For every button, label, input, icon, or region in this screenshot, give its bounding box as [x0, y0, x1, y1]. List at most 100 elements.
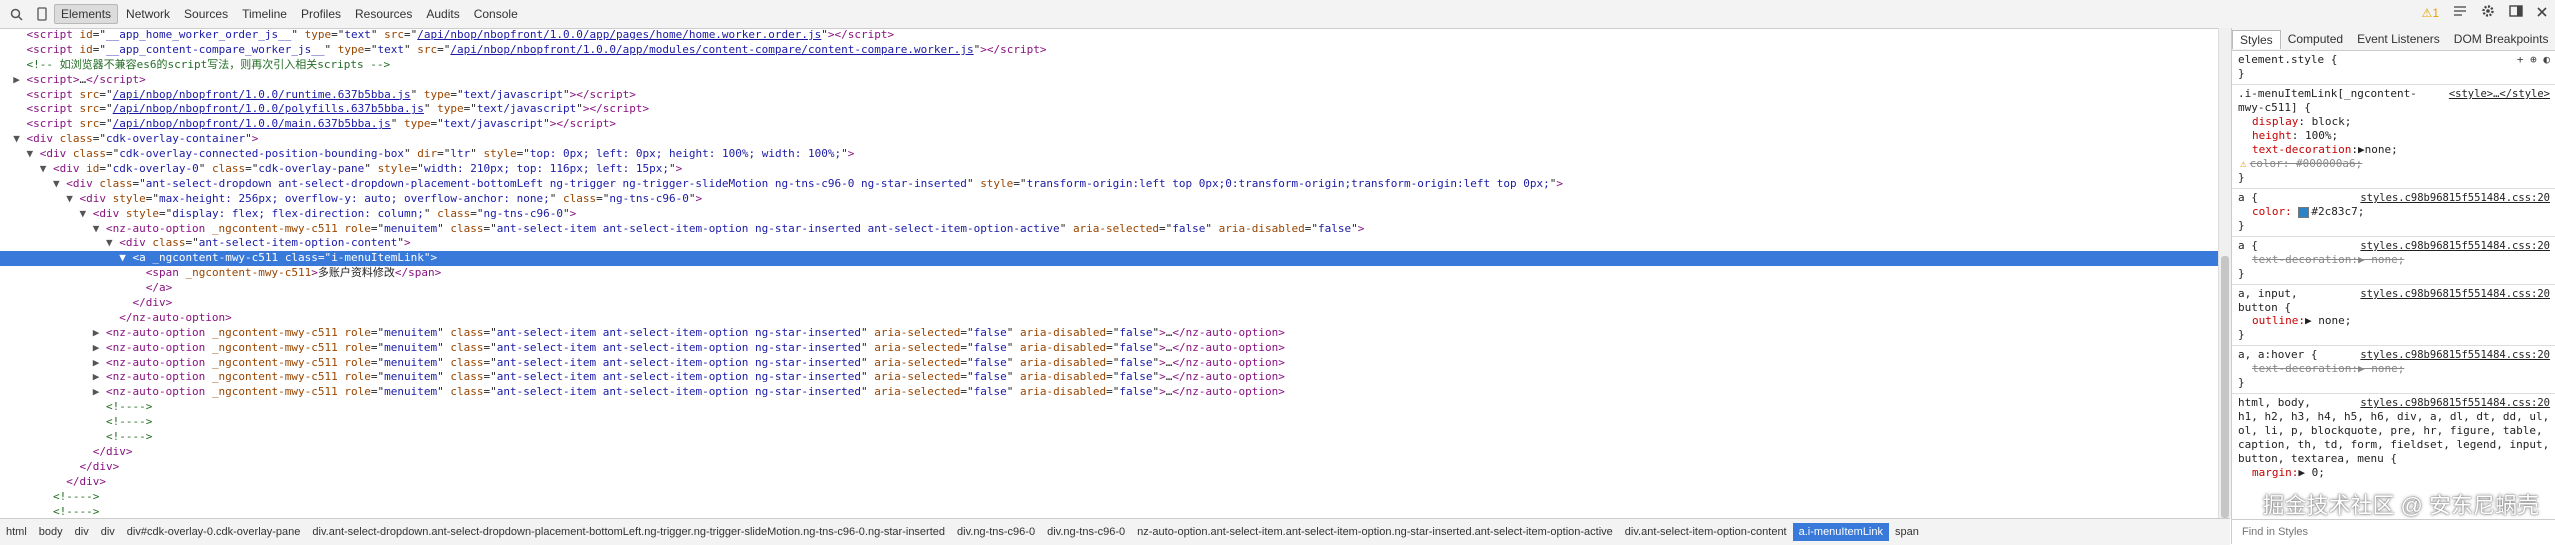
- dom-node[interactable]: <!-- 如浏览器不兼容es6的script写法，则再次引入相关scripts …: [0, 58, 2218, 73]
- dom-node[interactable]: ▼ <div style="display: flex; flex-direct…: [0, 207, 2218, 222]
- dom-node[interactable]: <script src="/api/nbop/nbopfront/1.0.0/p…: [0, 102, 2218, 117]
- style-rule-menu-item-link[interactable]: .i-menuItemLink[_ngcontent-mwy-c511] {<s…: [2232, 85, 2555, 189]
- style-property[interactable]: margin:▶ 0;: [2238, 466, 2550, 480]
- breadcrumb-item[interactable]: body: [33, 523, 69, 541]
- collapse-triangle-icon[interactable]: ▼: [53, 177, 66, 190]
- style-rule-reset[interactable]: html, body, styles.c98b96815f551484.css:2…: [2232, 394, 2555, 484]
- breadcrumb-item[interactable]: a.i-menuItemLink: [1792, 523, 1889, 541]
- rule-source-link[interactable]: styles.c98b96815f551484.css:20: [2360, 287, 2550, 301]
- expand-triangle-icon[interactable]: ▶: [93, 326, 106, 339]
- color-format-icon[interactable]: ◐: [2543, 53, 2550, 66]
- dom-node[interactable]: </div>: [0, 296, 2218, 311]
- dom-node[interactable]: <script id="__app_home_worker_order_js__…: [0, 28, 2218, 43]
- rule-source-link[interactable]: styles.c98b96815f551484.css:20: [2360, 191, 2550, 205]
- tab-computed[interactable]: Computed: [2281, 30, 2350, 48]
- color-swatch[interactable]: [2298, 206, 2310, 218]
- dom-node[interactable]: </nz-auto-option>: [0, 311, 2218, 326]
- dom-node[interactable]: ▼ <div class="cdk-overlay-container">: [0, 132, 2218, 147]
- style-rule-element[interactable]: element.style { + ⊕ ◐ }: [2232, 51, 2555, 85]
- tab-styles[interactable]: Styles: [2232, 29, 2281, 49]
- dom-node[interactable]: </div>: [0, 460, 2218, 475]
- tab-console[interactable]: Console: [468, 5, 524, 23]
- dom-node[interactable]: <span _ngcontent-mwy-c511>多账户资料修改</span>: [0, 266, 2218, 281]
- dock-side-icon[interactable]: [2509, 5, 2523, 20]
- dom-node[interactable]: ▶ <nz-auto-option _ngcontent-mwy-c511 ro…: [0, 326, 2218, 341]
- style-property[interactable]: color: #2c83c7;: [2238, 205, 2550, 219]
- dom-node-selected[interactable]: ▼ <a _ngcontent-mwy-c511 class="i-menuIt…: [0, 251, 2218, 267]
- expand-triangle-icon[interactable]: ▶: [13, 73, 26, 86]
- dom-node[interactable]: ▼ <div id="cdk-overlay-0" class="cdk-ove…: [0, 162, 2218, 177]
- dom-node[interactable]: ▶ <nz-auto-option _ngcontent-mwy-c511 ro…: [0, 370, 2218, 385]
- expand-triangle-icon[interactable]: ▶: [93, 341, 106, 354]
- close-icon[interactable]: [2537, 6, 2547, 20]
- dom-tree[interactable]: <script id="__app_home_worker_order_js__…: [0, 28, 2218, 518]
- breadcrumb-item[interactable]: div.ant-select-dropdown.ant-select-dropd…: [306, 523, 951, 541]
- expand-triangle-icon[interactable]: ▶: [93, 370, 106, 383]
- breadcrumb-item[interactable]: div: [69, 523, 95, 541]
- toggle-state-icon[interactable]: ⊕: [2530, 53, 2537, 66]
- expand-triangle-icon[interactable]: ▶: [93, 385, 106, 398]
- console-drawer-icon[interactable]: [2453, 5, 2467, 20]
- collapse-triangle-icon[interactable]: ▼: [27, 147, 40, 160]
- search-icon[interactable]: [6, 4, 26, 24]
- style-property[interactable]: text-decoration:▶none;: [2238, 143, 2550, 157]
- collapse-triangle-icon[interactable]: ▼: [119, 251, 132, 264]
- rule-source-link[interactable]: styles.c98b96815f551484.css:20: [2360, 348, 2550, 362]
- dom-node[interactable]: ▼ <div class="cdk-overlay-connected-posi…: [0, 147, 2218, 162]
- style-property-invalid[interactable]: ⚠ color: #000000a6;: [2238, 157, 2550, 171]
- dom-node[interactable]: <!---->: [0, 430, 2218, 445]
- breadcrumb-item[interactable]: span: [1889, 523, 1925, 541]
- breadcrumb-item[interactable]: div.ng-tns-c96-0: [951, 523, 1041, 541]
- warning-count[interactable]: ⚠1: [2422, 6, 2439, 20]
- style-rule-a-decoration[interactable]: a {styles.c98b96815f551484.css:20 text-d…: [2232, 237, 2555, 285]
- rule-source-link[interactable]: <style>…</style>: [2449, 87, 2550, 115]
- dom-node[interactable]: </a>: [0, 281, 2218, 296]
- dom-node[interactable]: <script src="/api/nbop/nbopfront/1.0.0/r…: [0, 88, 2218, 103]
- find-in-styles-input[interactable]: [2240, 525, 2364, 539]
- dom-node[interactable]: <!---->: [0, 505, 2218, 519]
- style-rule-a-color[interactable]: a {styles.c98b96815f551484.css:20 color:…: [2232, 189, 2555, 237]
- rule-source-link[interactable]: styles.c98b96815f551484.css:20: [2360, 239, 2550, 253]
- breadcrumb-item[interactable]: div.ng-tns-c96-0: [1041, 523, 1131, 541]
- dom-node[interactable]: <!---->: [0, 490, 2218, 505]
- dom-node[interactable]: ▼ <div class="ant-select-dropdown ant-se…: [0, 177, 2218, 192]
- tab-audits[interactable]: Audits: [420, 5, 465, 23]
- breadcrumb-item[interactable]: div.ant-select-item-option-content: [1619, 523, 1793, 541]
- dom-node[interactable]: ▼ <div class="ant-select-item-option-con…: [0, 236, 2218, 251]
- tab-profiles[interactable]: Profiles: [295, 5, 347, 23]
- collapse-triangle-icon[interactable]: ▼: [66, 192, 79, 205]
- tab-sources[interactable]: Sources: [178, 5, 234, 23]
- breadcrumb-item[interactable]: html: [0, 523, 33, 541]
- style-rule-outline[interactable]: a, input, styles.c98b96815f551484.css:20 …: [2232, 285, 2555, 346]
- style-property[interactable]: display: block;: [2238, 115, 2550, 129]
- dom-node[interactable]: ▼ <div style="max-height: 256px; overflo…: [0, 192, 2218, 207]
- tab-event-listeners[interactable]: Event Listeners: [2350, 30, 2447, 48]
- dom-node[interactable]: ▶ <nz-auto-option _ngcontent-mwy-c511 ro…: [0, 341, 2218, 356]
- dom-node[interactable]: <!---->: [0, 415, 2218, 430]
- breadcrumb-item[interactable]: div: [95, 523, 121, 541]
- tab-resources[interactable]: Resources: [349, 5, 418, 23]
- dom-node[interactable]: ▶ <nz-auto-option _ngcontent-mwy-c511 ro…: [0, 385, 2218, 400]
- dom-node[interactable]: <!---->: [0, 400, 2218, 415]
- dom-node[interactable]: <script src="/api/nbop/nbopfront/1.0.0/m…: [0, 117, 2218, 132]
- collapse-triangle-icon[interactable]: ▼: [93, 222, 106, 235]
- breadcrumb-item[interactable]: nz-auto-option.ant-select-item.ant-selec…: [1131, 523, 1619, 541]
- tab-network[interactable]: Network: [120, 5, 176, 23]
- dom-tree-scrollbar[interactable]: [2218, 28, 2231, 518]
- add-rule-icon[interactable]: +: [2517, 53, 2524, 66]
- style-property-overridden[interactable]: text-decoration:▶ none;: [2238, 253, 2550, 267]
- tab-dom-breakpoints[interactable]: DOM Breakpoints: [2447, 30, 2555, 48]
- rule-source-link[interactable]: styles.c98b96815f551484.css:20: [2360, 396, 2550, 410]
- dom-node[interactable]: ▶ <script>…</script>: [0, 73, 2218, 88]
- dom-node[interactable]: </div>: [0, 475, 2218, 490]
- scrollbar-thumb[interactable]: [2221, 256, 2229, 518]
- collapse-triangle-icon[interactable]: ▼: [40, 162, 53, 175]
- breadcrumb-item[interactable]: div#cdk-overlay-0.cdk-overlay-pane: [121, 523, 307, 541]
- collapse-triangle-icon[interactable]: ▼: [13, 132, 26, 145]
- dom-node[interactable]: ▶ <nz-auto-option _ngcontent-mwy-c511 ro…: [0, 356, 2218, 371]
- expand-triangle-icon[interactable]: ▶: [93, 356, 106, 369]
- device-mode-icon[interactable]: [32, 4, 52, 24]
- dom-node[interactable]: <script id="__app_content-compare_worker…: [0, 43, 2218, 58]
- styles-pane[interactable]: element.style { + ⊕ ◐ } .i-menuItemLink[…: [2232, 51, 2555, 520]
- dom-node[interactable]: ▼ <nz-auto-option _ngcontent-mwy-c511 ro…: [0, 222, 2218, 237]
